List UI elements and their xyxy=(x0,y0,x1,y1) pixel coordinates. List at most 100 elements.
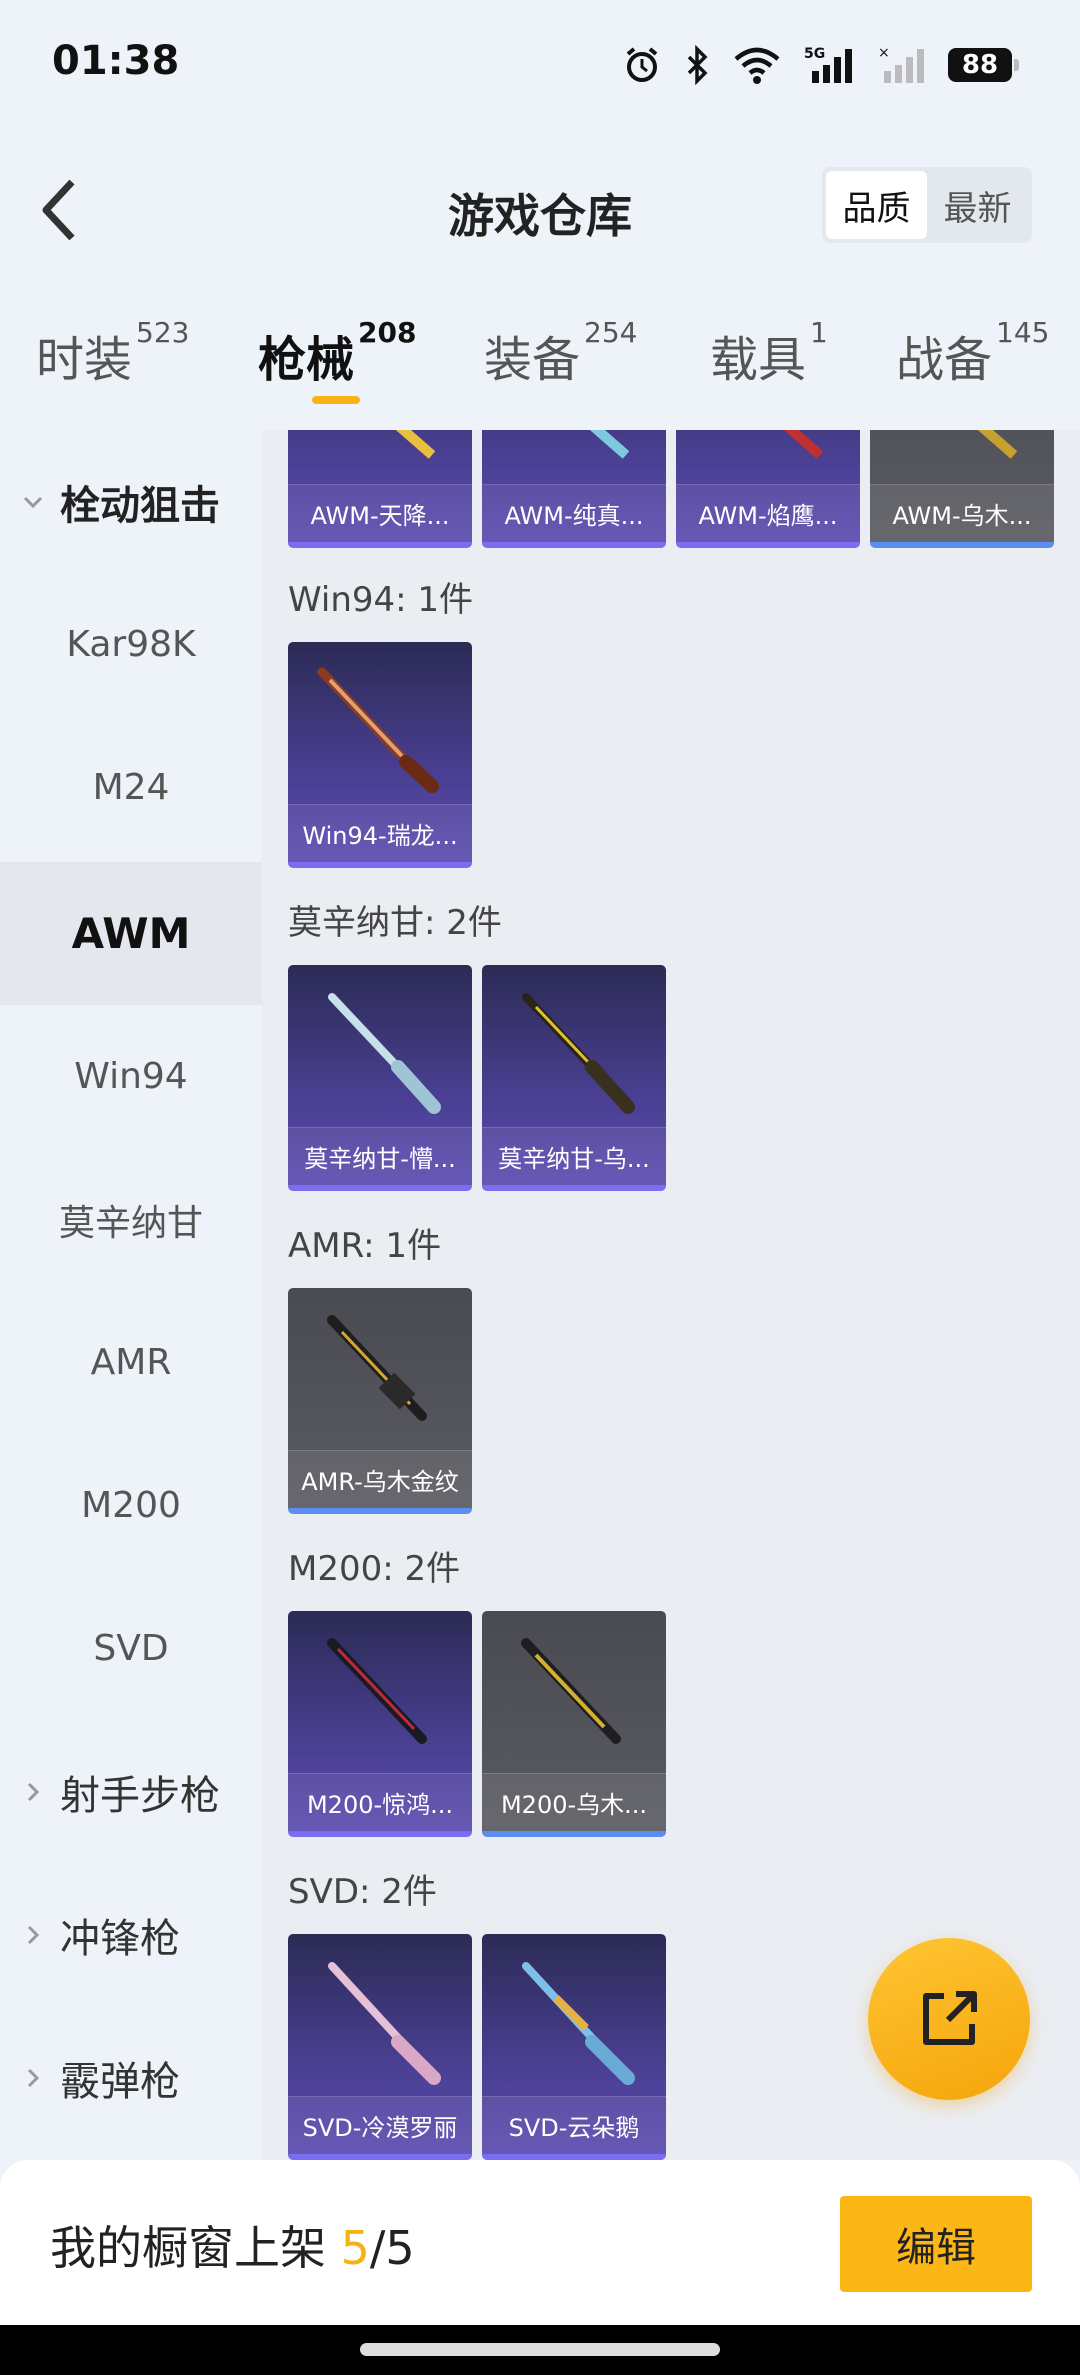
edit-button[interactable]: 编辑 xyxy=(840,2196,1032,2292)
item-name: Win94-瑞龙... xyxy=(288,804,472,862)
item-name: M200-惊鸿... xyxy=(288,1773,472,1831)
status-bar: 01:38 5G × 88 xyxy=(0,0,1080,130)
sidebar: 栓动狙击 Kar98K M24 AWM Win94 莫辛纳甘 AMR M200 … xyxy=(0,430,262,2160)
item-name: M200-乌木... xyxy=(482,1773,666,1831)
sidebar-group-shotgun[interactable]: 霰弹枪 xyxy=(0,2006,262,2149)
tab-count: 208 xyxy=(358,316,417,349)
category-tabs: 时装 523 枪械 208 装备 254 载具 1 战备 145 xyxy=(0,316,1080,430)
tab-label: 载具 xyxy=(710,332,807,388)
svg-text:5G: 5G xyxy=(804,46,825,62)
bluetooth-icon xyxy=(687,45,708,85)
item-name: AWM-乌木... xyxy=(870,484,1054,542)
wifi-icon xyxy=(734,47,780,84)
rifle-icon xyxy=(783,430,824,459)
sidebar-item-svd[interactable]: SVD xyxy=(0,1577,262,1720)
rifle-icon xyxy=(328,993,441,1114)
sort-toggle: 品质 最新 xyxy=(822,167,1032,243)
sidebar-item-m200[interactable]: M200 xyxy=(0,1434,262,1577)
sidebar-item-m24[interactable]: M24 xyxy=(0,716,262,859)
showcase-count: 5 xyxy=(340,2221,370,2275)
showcase-bar: 我的橱窗上架 5/5 编辑 xyxy=(0,2160,1080,2325)
rifle-icon xyxy=(317,667,439,793)
tab-count: 145 xyxy=(996,316,1050,349)
sidebar-group-bolt-sniper[interactable]: 栓动狙击 xyxy=(0,430,262,573)
sidebar-item-amr[interactable]: AMR xyxy=(0,1291,262,1434)
rifle-icon xyxy=(589,430,630,459)
tab-count: 1 xyxy=(810,316,828,349)
item-name: AWM-焰鹰... xyxy=(676,484,860,542)
signal-5g-icon: 5G xyxy=(804,46,852,83)
alarm-icon xyxy=(626,47,658,82)
sort-latest-button[interactable]: 最新 xyxy=(927,171,1028,239)
tab-count: 523 xyxy=(136,316,190,349)
sidebar-item-awm[interactable]: AWM xyxy=(0,862,262,1005)
item-card[interactable]: M200-惊鸿... xyxy=(288,1611,472,1837)
tab-label: 时装 xyxy=(36,332,133,388)
rifle-icon xyxy=(522,1962,635,2085)
section-title-mosin: 莫辛纳甘: 2件 xyxy=(288,903,502,943)
item-card[interactable]: SVD-云朵鹅 xyxy=(482,1934,666,2160)
tab-count: 254 xyxy=(584,316,638,349)
showcase-text: 我的橱窗上架 xyxy=(50,2221,341,2275)
sidebar-group-label: 射手步枪 xyxy=(60,1772,220,1819)
status-icons: 5G × 88 xyxy=(622,40,1019,90)
status-time: 01:38 xyxy=(52,38,180,84)
item-name: SVD-云朵鹅 xyxy=(482,2096,666,2154)
sidebar-group-smg[interactable]: 冲锋枪 xyxy=(0,1863,262,2006)
item-name: 莫辛纳甘-乌... xyxy=(482,1127,666,1185)
tab-gear[interactable]: 战备 145 xyxy=(896,316,1049,390)
tab-fashion[interactable]: 时装 523 xyxy=(36,316,189,390)
item-name: AWM-天降... xyxy=(288,484,472,542)
sidebar-item-win94[interactable]: Win94 xyxy=(0,1005,262,1148)
item-card[interactable]: 莫辛纳甘-懵... xyxy=(288,965,472,1191)
rifle-icon xyxy=(521,1638,621,1744)
item-card[interactable]: Win94-瑞龙... xyxy=(288,642,472,868)
rifle-icon xyxy=(395,430,436,459)
rifle-icon xyxy=(327,1638,427,1744)
rifle-icon xyxy=(328,1962,441,2085)
sidebar-group-marksman[interactable]: 射手步枪 xyxy=(0,1720,262,1863)
sort-quality-button[interactable]: 品质 xyxy=(826,171,927,239)
section-title-win94: Win94: 1件 xyxy=(288,580,474,620)
rifle-icon xyxy=(977,430,1018,459)
chevron-right-icon xyxy=(27,2068,40,2087)
item-card[interactable]: AWM-天降... xyxy=(288,430,472,548)
tab-label: 枪械 xyxy=(258,332,355,388)
tab-vehicles[interactable]: 载具 1 xyxy=(710,316,828,390)
showcase-total: /5 xyxy=(369,2221,415,2275)
section-title-amr: AMR: 1件 xyxy=(288,1226,442,1266)
tab-guns[interactable]: 枪械 208 xyxy=(258,316,416,390)
item-card[interactable]: AWM-乌木... xyxy=(870,430,1054,548)
item-name: AWM-纯真... xyxy=(482,484,666,542)
svg-text:×: × xyxy=(878,45,890,61)
item-grid: AWM-天降... AWM-纯真... AWM-焰鹰... AWM-乌木... … xyxy=(262,430,1080,2160)
item-card[interactable]: AWM-纯真... xyxy=(482,430,666,548)
tab-equipment[interactable]: 装备 254 xyxy=(484,316,637,390)
section-title-m200: M200: 2件 xyxy=(288,1549,461,1589)
active-tab-indicator xyxy=(312,396,360,404)
item-card[interactable]: 莫辛纳甘-乌... xyxy=(482,965,666,1191)
sidebar-group-label: 霰弹枪 xyxy=(60,2058,180,2105)
share-icon xyxy=(923,1991,977,2045)
chevron-down-icon xyxy=(23,496,43,508)
item-card[interactable]: AMR-乌木金纹 xyxy=(288,1288,472,1514)
sidebar-group-label: 冲锋枪 xyxy=(60,1915,180,1962)
home-indicator[interactable] xyxy=(360,2343,720,2356)
share-button[interactable] xyxy=(868,1938,1030,2100)
item-name: 莫辛纳甘-懵... xyxy=(288,1127,472,1185)
tab-label: 战备 xyxy=(896,332,993,388)
item-name: AMR-乌木金纹 xyxy=(288,1450,472,1508)
rifle-icon xyxy=(522,993,635,1114)
sidebar-item-kar98k[interactable]: Kar98K xyxy=(0,573,262,716)
sidebar-group-label: 栓动狙击 xyxy=(60,482,220,529)
header: 游戏仓库 品质 最新 xyxy=(0,130,1080,280)
item-card[interactable]: M200-乌木... xyxy=(482,1611,666,1837)
battery-icon: 88 xyxy=(948,48,1019,82)
item-card[interactable]: AWM-焰鹰... xyxy=(676,430,860,548)
item-card[interactable]: SVD-冷漠罗丽 xyxy=(288,1934,472,2160)
showcase-label: 我的橱窗上架 5/5 xyxy=(50,2212,415,2278)
rifle-icon xyxy=(327,1315,427,1421)
sidebar-item-mosin[interactable]: 莫辛纳甘 xyxy=(0,1148,262,1291)
item-name: SVD-冷漠罗丽 xyxy=(288,2096,472,2154)
chevron-right-icon xyxy=(27,1925,40,1944)
